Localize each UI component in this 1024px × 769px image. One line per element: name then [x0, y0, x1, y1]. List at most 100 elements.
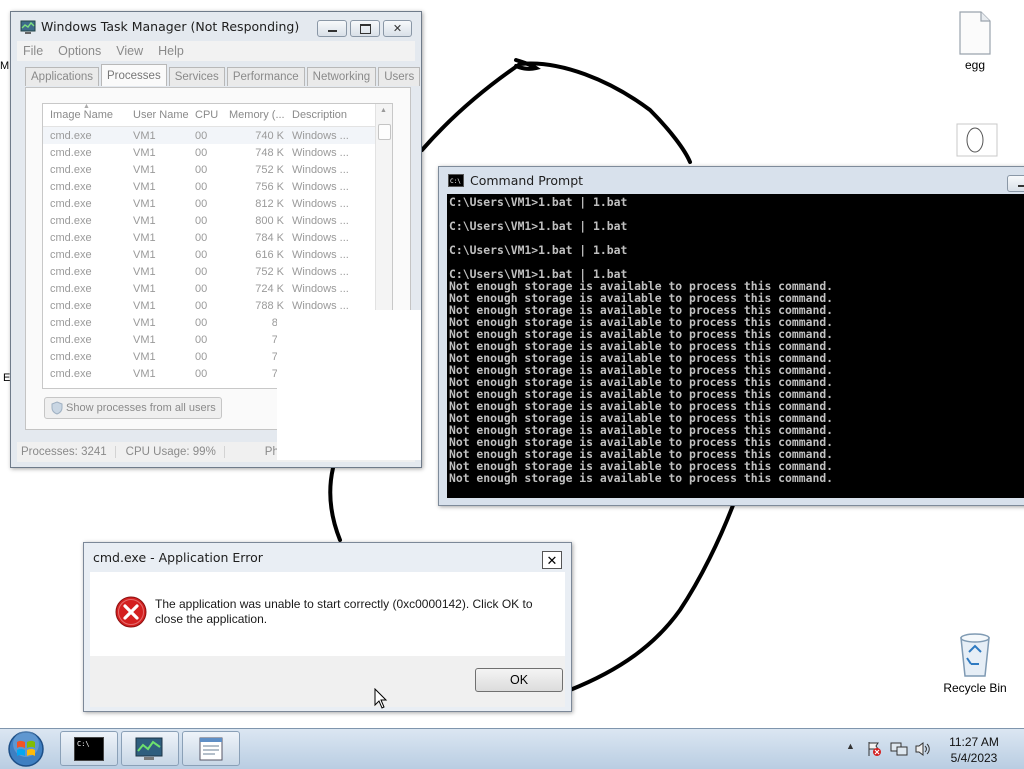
- process-cpu: 00: [195, 130, 229, 142]
- process-user-name: VM1: [133, 198, 195, 210]
- command-prompt-window[interactable]: C:\ Command Prompt C:\Users\VM1>1.bat | …: [438, 166, 1024, 506]
- svg-text:C:\: C:\: [77, 740, 90, 748]
- process-row[interactable]: cmd.exeVM100756 KWindows ...: [43, 178, 392, 195]
- process-cpu: 00: [195, 147, 229, 159]
- show-all-processes-button[interactable]: Show processes from all users: [44, 397, 222, 419]
- taskbar-clock[interactable]: 11:27 AM 5/4/2023: [934, 734, 1014, 766]
- process-image-name: cmd.exe: [43, 334, 133, 346]
- process-row[interactable]: cmd.exeVM100616 KWindows ...: [43, 246, 392, 263]
- minimize-icon: [328, 30, 337, 32]
- process-row[interactable]: cmd.exeVM100752 KWindows ...: [43, 161, 392, 178]
- error-dialog-titlebar[interactable]: cmd.exe - Application Error: [84, 543, 571, 572]
- network-icon[interactable]: [890, 741, 908, 757]
- process-image-name: cmd.exe: [43, 351, 133, 363]
- text-file-icon: [957, 10, 993, 56]
- desktop-icon-recycle-bin[interactable]: Recycle Bin: [940, 630, 1010, 695]
- command-prompt-titlebar[interactable]: C:\ Command Prompt: [439, 167, 1024, 194]
- task-manager-menubar: File Options View Help: [17, 41, 415, 61]
- column-user-name[interactable]: User Name: [133, 109, 195, 121]
- tab-processes[interactable]: Processes: [101, 64, 167, 86]
- task-manager-icon: [134, 736, 166, 762]
- process-description: Windows ...: [292, 164, 362, 176]
- taskbar-command-prompt[interactable]: C:\: [60, 731, 118, 766]
- process-row[interactable]: cmd.exeVM100752 KWindows ...: [43, 263, 392, 280]
- windows-start-orb-icon[interactable]: [6, 729, 46, 769]
- process-row[interactable]: cmd.exeVM100812 KWindows ...: [43, 195, 392, 212]
- desktop-icon-label: Recycle Bin: [940, 681, 1010, 695]
- application-error-dialog[interactable]: cmd.exe - Application Error ✕ The applic…: [83, 542, 572, 712]
- menu-file[interactable]: File: [23, 44, 43, 58]
- close-button[interactable]: ✕: [383, 20, 412, 37]
- process-cpu: 00: [195, 317, 229, 329]
- minimize-button[interactable]: [317, 20, 347, 37]
- process-image-name: cmd.exe: [43, 283, 133, 295]
- process-description: Windows ...: [292, 215, 362, 227]
- process-image-name: cmd.exe: [43, 317, 133, 329]
- scrollbar-thumb[interactable]: [378, 124, 391, 140]
- process-user-name: VM1: [133, 181, 195, 193]
- task-manager-icon: [20, 19, 36, 35]
- show-hidden-icons-chevron[interactable]: ▲: [846, 741, 855, 751]
- process-cpu: 00: [195, 198, 229, 210]
- tab-services[interactable]: Services: [169, 67, 225, 86]
- console-line: Not enough storage is available to proce…: [449, 472, 1024, 484]
- process-list-header: Image Name User Name CPU Memory (... Des…: [43, 104, 392, 127]
- process-description: Windows ...: [292, 266, 362, 278]
- desktop-edge-fragment: M: [0, 60, 9, 72]
- desktop-icon-egg[interactable]: egg: [950, 10, 1000, 72]
- scroll-up-icon[interactable]: ▲: [380, 107, 387, 114]
- tab-users[interactable]: Users: [378, 67, 420, 86]
- process-user-name: VM1: [133, 300, 195, 312]
- minimize-icon: [1018, 185, 1024, 187]
- recycle-bin-icon: [955, 630, 995, 680]
- close-button[interactable]: ✕: [542, 551, 562, 569]
- column-image-name[interactable]: Image Name: [43, 109, 133, 121]
- task-manager-window[interactable]: Windows Task Manager (Not Responding) ✕ …: [10, 11, 422, 468]
- process-memory: 616 K: [229, 249, 292, 261]
- process-image-name: cmd.exe: [43, 130, 133, 142]
- taskbar-task-manager[interactable]: [121, 731, 179, 766]
- taskbar-notepad[interactable]: [182, 731, 240, 766]
- tab-applications[interactable]: Applications: [25, 67, 99, 86]
- minimize-button[interactable]: [1007, 175, 1024, 192]
- menu-help[interactable]: Help: [158, 44, 184, 58]
- process-description: Windows ...: [292, 130, 362, 142]
- maximize-button[interactable]: [350, 20, 380, 37]
- process-user-name: VM1: [133, 368, 195, 380]
- error-message: The application was unable to start corr…: [155, 597, 545, 627]
- process-cpu: 00: [195, 351, 229, 363]
- tab-performance[interactable]: Performance: [227, 67, 305, 86]
- process-row[interactable]: cmd.exeVM100724 KWindows ...: [43, 280, 392, 297]
- process-image-name: cmd.exe: [43, 232, 133, 244]
- process-image-name: cmd.exe: [43, 266, 133, 278]
- menu-options[interactable]: Options: [58, 44, 101, 58]
- ok-button[interactable]: OK: [475, 668, 563, 692]
- egg-image-file-icon: [955, 122, 999, 158]
- process-row[interactable]: cmd.exeVM100784 KWindows ...: [43, 229, 392, 246]
- column-description[interactable]: Description: [292, 109, 362, 121]
- console-output[interactable]: C:\Users\VM1>1.bat | 1.batC:\Users\VM1>1…: [447, 194, 1024, 498]
- process-row[interactable]: cmd.exeVM100748 KWindows ...: [43, 144, 392, 161]
- tab-networking[interactable]: Networking: [307, 67, 377, 86]
- notepad-icon: [197, 736, 225, 762]
- error-dialog-body: The application was unable to start corr…: [90, 572, 565, 656]
- process-row[interactable]: cmd.exeVM100800 KWindows ...: [43, 212, 392, 229]
- column-cpu[interactable]: CPU: [195, 109, 229, 121]
- desktop-icon-egg-image[interactable]: [955, 122, 999, 161]
- process-user-name: VM1: [133, 351, 195, 363]
- column-memory[interactable]: Memory (...: [229, 109, 292, 121]
- process-description: Windows ...: [292, 198, 362, 210]
- console-line: C:\Users\VM1>1.bat | 1.bat: [449, 244, 1024, 256]
- process-memory: 740 K: [229, 130, 292, 142]
- volume-icon[interactable]: [914, 741, 932, 757]
- process-cpu: 00: [195, 232, 229, 244]
- process-cpu: 00: [195, 283, 229, 295]
- process-user-name: VM1: [133, 249, 195, 261]
- process-user-name: VM1: [133, 215, 195, 227]
- process-user-name: VM1: [133, 164, 195, 176]
- action-center-flag-icon[interactable]: [866, 741, 882, 757]
- process-memory: 784 K: [229, 232, 292, 244]
- process-row[interactable]: cmd.exeVM100740 KWindows ...: [43, 127, 392, 144]
- unpainted-region: [277, 310, 421, 460]
- menu-view[interactable]: View: [116, 44, 143, 58]
